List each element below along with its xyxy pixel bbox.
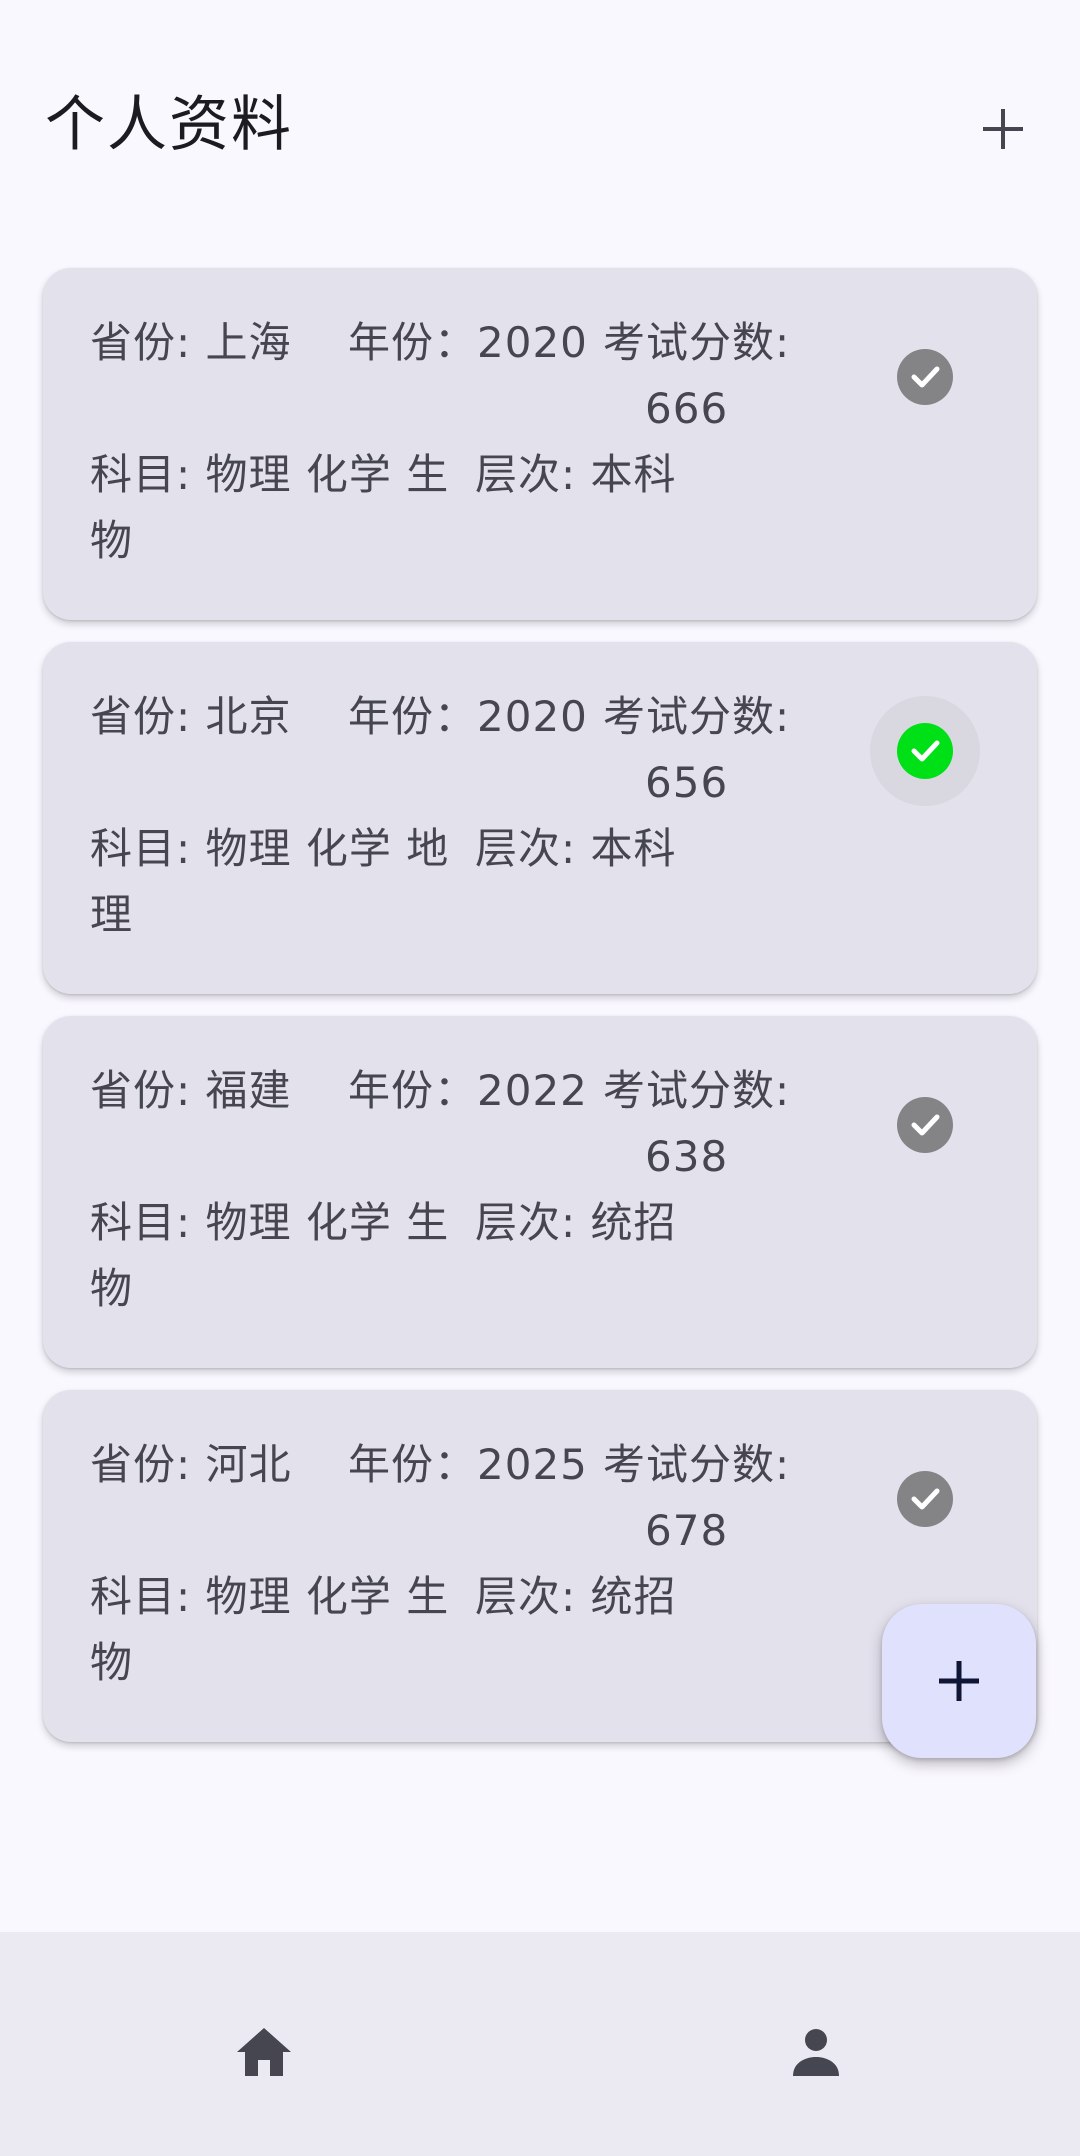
- subjects-text: 科目: 物理 化学 生物: [90, 1572, 450, 1687]
- check-circle-icon: [897, 1471, 953, 1527]
- level-text: 层次: 本科: [475, 450, 677, 499]
- subjects-text: 科目: 物理 化学 生物: [90, 450, 450, 565]
- level-text: 层次: 统招: [475, 1572, 677, 1621]
- year-text: 年份：2025: [348, 1440, 588, 1489]
- check-circle-icon: [897, 349, 953, 405]
- profile-card[interactable]: 省份: 福建 年份：2022 考试分数: 638 科目: 物理 化学 生物 层次…: [43, 1016, 1037, 1368]
- subjects-text: 科目: 物理 化学 生物: [90, 1198, 450, 1313]
- select-profile-button[interactable]: [870, 322, 980, 432]
- add-fab-button[interactable]: [882, 1604, 1036, 1758]
- score-value: 678: [645, 1506, 729, 1555]
- year-text: 年份：2022: [348, 1066, 588, 1115]
- page-title: 个人资料: [45, 90, 293, 160]
- score-value: 656: [645, 758, 729, 807]
- score-block: 考试分数: 678: [603, 1432, 833, 1564]
- level-text: 层次: 本科: [475, 824, 677, 873]
- score-block: 考试分数: 656: [603, 684, 833, 816]
- year-text: 年份：2020: [348, 318, 588, 367]
- province-text: 省份: 福建: [90, 1066, 292, 1115]
- profile-list: 省份: 上海 年份：2020 考试分数: 666 科目: 物理 化学 生物 层次…: [43, 268, 1037, 1764]
- profile-card[interactable]: 省份: 北京 年份：2020 考试分数: 656 科目: 物理 化学 地理 层次…: [43, 642, 1037, 994]
- nav-profile-button[interactable]: [771, 2012, 861, 2092]
- year-text: 年份：2020: [348, 692, 588, 741]
- bottom-navigation-bar: [0, 1932, 1080, 2156]
- profile-card[interactable]: 省份: 上海 年份：2020 考试分数: 666 科目: 物理 化学 生物 层次…: [43, 268, 1037, 620]
- select-profile-button[interactable]: [870, 1070, 980, 1180]
- province-text: 省份: 北京: [90, 692, 292, 741]
- score-value: 666: [645, 384, 729, 433]
- app-root: 个人资料 省份: 上海 年份：2020 考试分数: 666 科目: 物理 化学 …: [0, 0, 1080, 2156]
- add-profile-button[interactable]: [970, 96, 1036, 162]
- score-label: 考试分数:: [603, 692, 791, 741]
- score-label: 考试分数:: [603, 1066, 791, 1115]
- score-block: 考试分数: 638: [603, 1058, 833, 1190]
- score-value: 638: [645, 1132, 729, 1181]
- person-icon: [793, 2029, 839, 2076]
- score-block: 考试分数: 666: [603, 310, 833, 442]
- plus-icon: [983, 109, 1023, 149]
- score-label: 考试分数:: [603, 1440, 791, 1489]
- province-text: 省份: 上海: [90, 318, 292, 367]
- province-text: 省份: 河北: [90, 1440, 292, 1489]
- score-label: 考试分数:: [603, 318, 791, 367]
- check-circle-icon: [897, 723, 953, 779]
- plus-icon: [939, 1661, 979, 1701]
- select-profile-button[interactable]: [870, 1444, 980, 1554]
- select-profile-button[interactable]: [870, 696, 980, 806]
- subjects-text: 科目: 物理 化学 地理: [90, 824, 450, 939]
- check-circle-icon: [897, 1097, 953, 1153]
- nav-home-button[interactable]: [219, 2012, 309, 2092]
- level-text: 层次: 统招: [475, 1198, 677, 1247]
- top-app-bar: 个人资料: [0, 0, 1080, 250]
- home-icon: [237, 2028, 291, 2076]
